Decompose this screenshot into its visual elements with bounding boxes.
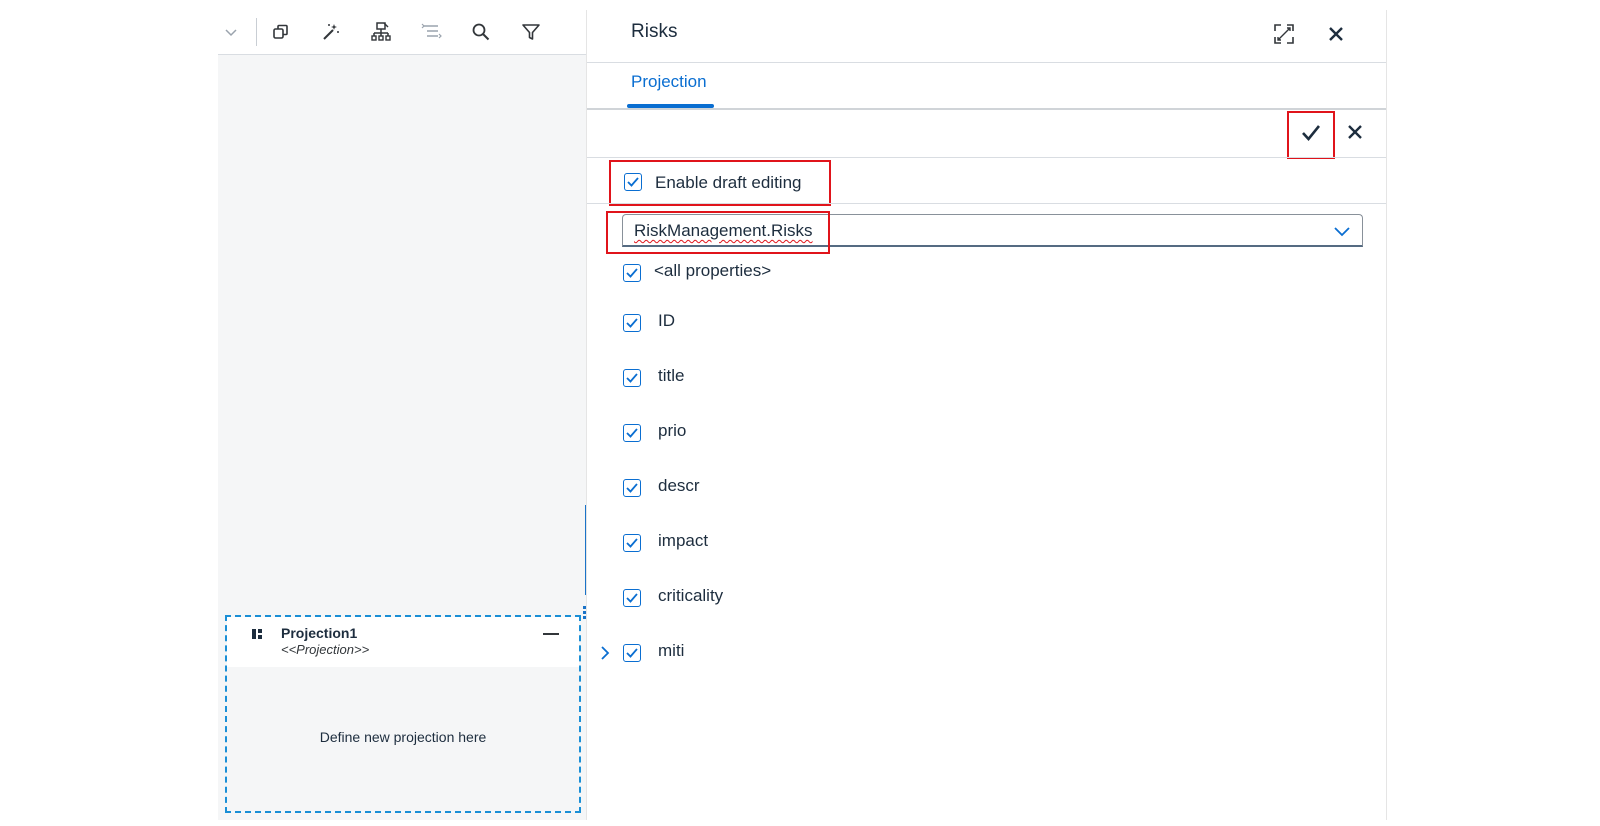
enable-draft-editing-checkbox[interactable] [624,173,642,191]
enable-draft-editing-row: Enable draft editing [609,160,831,206]
property-label: <all properties> [654,261,772,280]
tab-bar-divider [587,108,1386,110]
entity-select[interactable]: RiskManagement.Risks [622,214,1363,247]
property-checkbox[interactable] [623,534,641,552]
property-checkbox[interactable] [623,314,641,332]
projection-stereotype: <<Projection>> [281,642,370,657]
property-checkbox[interactable] [623,644,641,662]
properties-panel: Risks Projection Enable draft editing Ri… [586,10,1387,820]
property-label: prio [658,421,687,440]
property-checkbox[interactable] [623,424,641,442]
outline-icon[interactable] [418,19,444,45]
property-checkbox[interactable] [623,369,641,387]
property-checkbox[interactable] [623,479,641,497]
toolbar-separator [256,18,257,46]
close-icon[interactable] [1321,19,1351,49]
property-row: ID [587,311,1386,335]
projection-node-header: Projection1 <<Projection>> [227,617,579,667]
property-label: descr [658,476,700,495]
property-row: impact [587,531,1386,555]
property-row: prio [587,421,1386,445]
magic-wand-icon[interactable] [318,19,344,45]
projection-hint: Define new projection here [319,729,487,745]
projection-name: Projection1 [281,625,358,641]
collapse-icon[interactable] [543,633,559,635]
copy-icon[interactable] [268,19,294,45]
property-label: ID [658,311,675,330]
property-row: title [587,366,1386,390]
chevron-right-icon[interactable] [599,645,611,666]
projection-node[interactable]: Projection1 <<Projection>> Define new pr… [225,615,581,813]
property-label: title [658,366,685,385]
exit-full-screen-icon[interactable] [1269,19,1299,49]
diagram-canvas[interactable]: Projection1 <<Projection>> Define new pr… [218,10,586,820]
action-bar-divider [587,157,1386,158]
property-checkbox[interactable] [623,264,641,282]
search-icon[interactable] [468,19,494,45]
projection-icon [251,627,265,641]
property-label: miti [658,641,685,660]
property-row-all: <all properties> [587,261,1386,285]
checkmark-icon [1301,124,1321,147]
property-row: descr [587,476,1386,500]
header-divider [587,62,1386,63]
enable-draft-editing-label: Enable draft editing [655,173,802,192]
canvas-toolbar [218,10,586,55]
entity-select-value: RiskManagement.Risks [634,221,813,240]
property-label: impact [658,531,709,550]
chevron-down-icon[interactable] [1334,224,1350,242]
property-checkbox[interactable] [623,589,641,607]
cancel-icon [1347,124,1363,145]
cancel-button[interactable] [1339,118,1371,150]
draft-divider [587,203,1386,204]
property-row-miti: miti [587,641,1386,665]
tab-projection[interactable]: Projection [631,72,707,92]
confirm-button[interactable] [1287,111,1335,159]
hierarchy-icon[interactable] [368,19,394,45]
panel-title: Risks [631,21,678,42]
property-row: criticality [587,586,1386,610]
chevron-down-icon[interactable] [218,19,244,45]
property-label: criticality [658,586,724,605]
filter-icon[interactable] [518,19,544,45]
